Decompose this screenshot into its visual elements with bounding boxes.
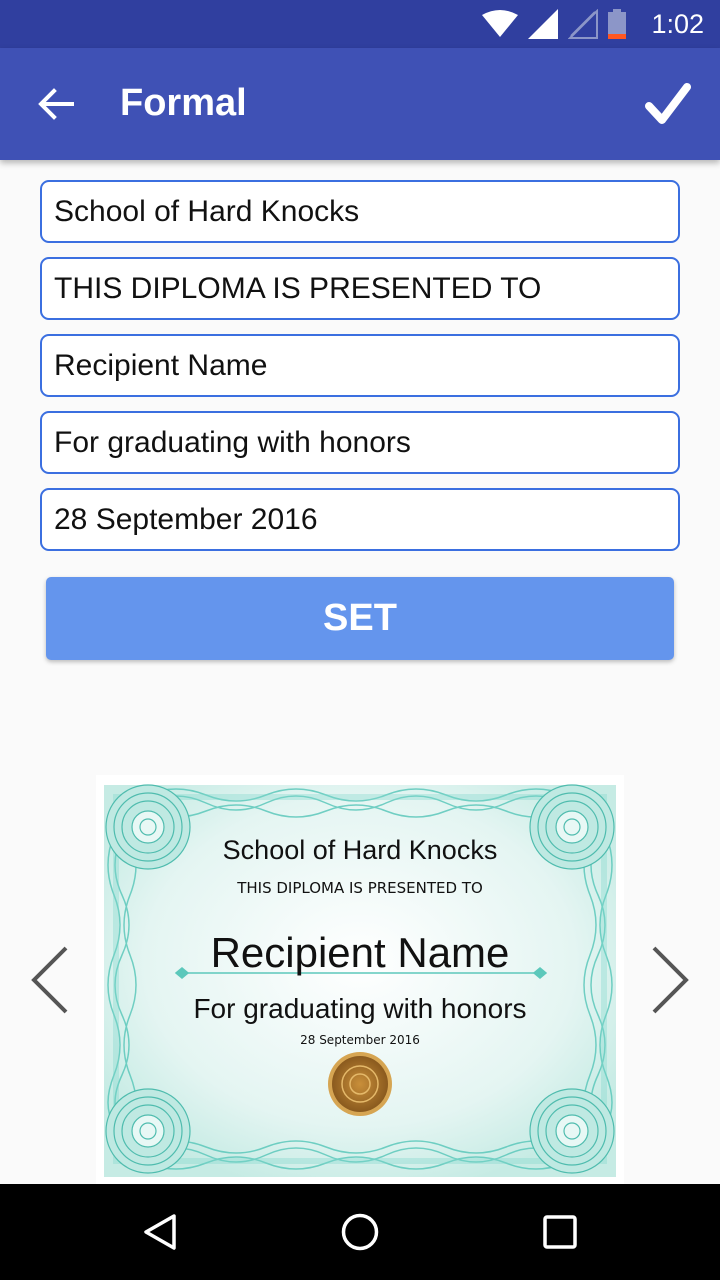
- status-icons: [482, 8, 626, 40]
- presented-text-field[interactable]: [40, 257, 680, 320]
- certificate-school: School of Hard Knocks: [222, 835, 498, 865]
- status-time: 1:02: [651, 9, 704, 39]
- system-nav-bar: [0, 1184, 720, 1280]
- confirm-button[interactable]: [630, 72, 706, 136]
- certificate-reason: For graduating with honors: [193, 993, 527, 1024]
- triangle-back-icon: [144, 1214, 176, 1250]
- battery-icon: [608, 9, 626, 39]
- square-recents-icon: [543, 1215, 577, 1249]
- certificate-presented: THIS DIPLOMA IS PRESENTED TO: [237, 879, 483, 897]
- seal-icon: [328, 1052, 392, 1116]
- certificate-recipient: Recipient Name: [210, 929, 510, 976]
- school-name-field[interactable]: [40, 180, 680, 243]
- back-button[interactable]: [24, 76, 88, 132]
- next-template-button[interactable]: [640, 938, 700, 1022]
- date-field[interactable]: [40, 488, 680, 551]
- certificate-date: 28 September 2016: [300, 1033, 420, 1047]
- wifi-icon: [482, 10, 518, 37]
- signal-empty-icon: [568, 9, 598, 39]
- system-recents-button[interactable]: [530, 1206, 590, 1258]
- app-bar: Formal: [0, 48, 720, 160]
- certificate-preview: School of Hard Knocks THIS DIPLOMA IS PR…: [96, 775, 624, 1184]
- recipient-name-field[interactable]: [40, 334, 680, 397]
- arrow-left-icon: [38, 88, 74, 120]
- diploma-form: [40, 180, 680, 565]
- chevron-right-icon: [652, 946, 689, 1014]
- system-back-button[interactable]: [130, 1206, 190, 1258]
- signal-icon: [528, 9, 558, 39]
- check-icon: [645, 83, 691, 124]
- reason-field[interactable]: [40, 411, 680, 474]
- chevron-left-icon: [31, 946, 68, 1014]
- circle-home-icon: [341, 1213, 379, 1251]
- page-title: Formal: [120, 82, 247, 124]
- set-button[interactable]: SET: [46, 577, 674, 660]
- system-home-button[interactable]: [330, 1206, 390, 1258]
- status-bar: 1:02: [0, 0, 720, 48]
- previous-template-button[interactable]: [20, 938, 80, 1022]
